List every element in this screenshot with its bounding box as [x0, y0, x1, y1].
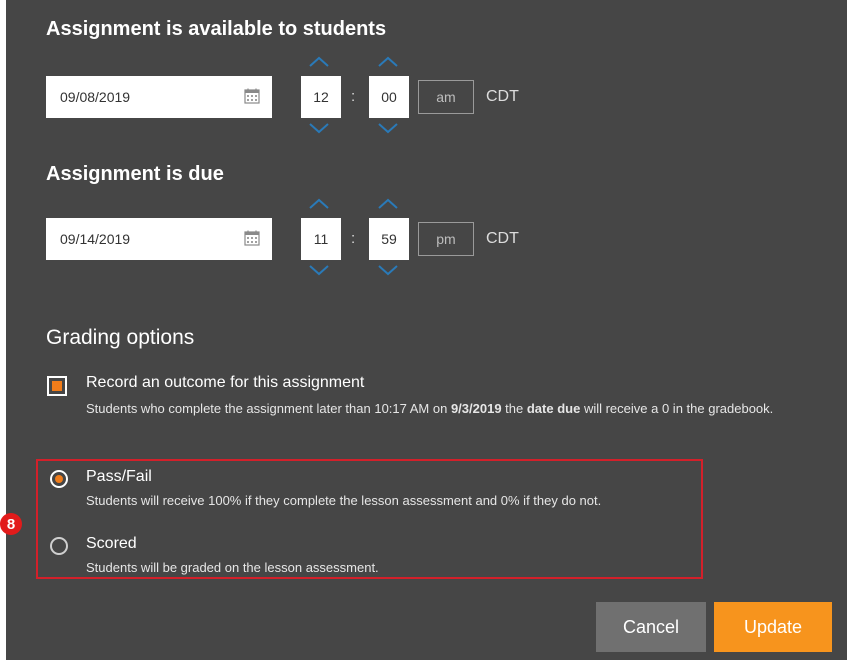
available-ampm-toggle[interactable]: am — [418, 80, 474, 114]
assignment-settings-panel: Assignment is available to students 09/0… — [6, 0, 847, 660]
available-section-title: Assignment is available to students — [46, 18, 387, 40]
grading-section-title: Grading options — [46, 326, 195, 349]
update-button[interactable]: Update — [714, 602, 832, 652]
scored-description: Students will be graded on the lesson as… — [86, 560, 379, 575]
available-minute-up-chevron-icon[interactable] — [377, 56, 399, 68]
available-time-separator: : — [351, 88, 356, 105]
pass-fail-label: Pass/Fail — [86, 468, 152, 485]
available-hour-down-chevron-icon[interactable] — [308, 122, 330, 134]
available-timezone: CDT — [486, 88, 519, 105]
due-timezone: CDT — [486, 230, 519, 247]
due-hour-up-chevron-icon[interactable] — [308, 198, 330, 210]
calendar-icon[interactable] — [244, 88, 260, 104]
step-number-badge: 8 — [0, 513, 22, 535]
record-outcome-description: Students who complete the assignment lat… — [86, 401, 774, 416]
due-ampm-toggle[interactable]: pm — [418, 222, 474, 256]
due-minute-up-chevron-icon[interactable] — [377, 198, 399, 210]
pass-fail-radio[interactable] — [50, 470, 68, 488]
due-hour-input[interactable]: 11 — [301, 218, 341, 260]
available-date-value: 09/08/2019 — [60, 89, 131, 105]
pass-fail-description: Students will receive 100% if they compl… — [86, 493, 602, 508]
available-minute-down-chevron-icon[interactable] — [377, 122, 399, 134]
due-date-input[interactable]: 09/14/2019 — [46, 218, 272, 260]
scored-radio[interactable] — [50, 537, 68, 555]
available-minute-input[interactable]: 00 — [369, 76, 409, 118]
available-date-input[interactable]: 09/08/2019 — [46, 76, 272, 118]
due-date-value: 09/14/2019 — [60, 231, 131, 247]
available-hour-up-chevron-icon[interactable] — [308, 56, 330, 68]
scored-label: Scored — [86, 535, 137, 552]
due-minute-input[interactable]: 59 — [369, 218, 409, 260]
record-outcome-label: Record an outcome for this assignment — [86, 374, 365, 391]
due-minute-down-chevron-icon[interactable] — [377, 264, 399, 276]
due-hour-down-chevron-icon[interactable] — [308, 264, 330, 276]
calendar-icon[interactable] — [244, 230, 260, 246]
record-outcome-checkbox[interactable] — [47, 376, 67, 396]
due-section-title: Assignment is due — [46, 163, 224, 185]
checkbox-checked-mark — [52, 381, 62, 391]
available-hour-input[interactable]: 12 — [301, 76, 341, 118]
radio-selected-dot — [55, 475, 63, 483]
due-time-separator: : — [351, 230, 356, 247]
cancel-button[interactable]: Cancel — [596, 602, 706, 652]
